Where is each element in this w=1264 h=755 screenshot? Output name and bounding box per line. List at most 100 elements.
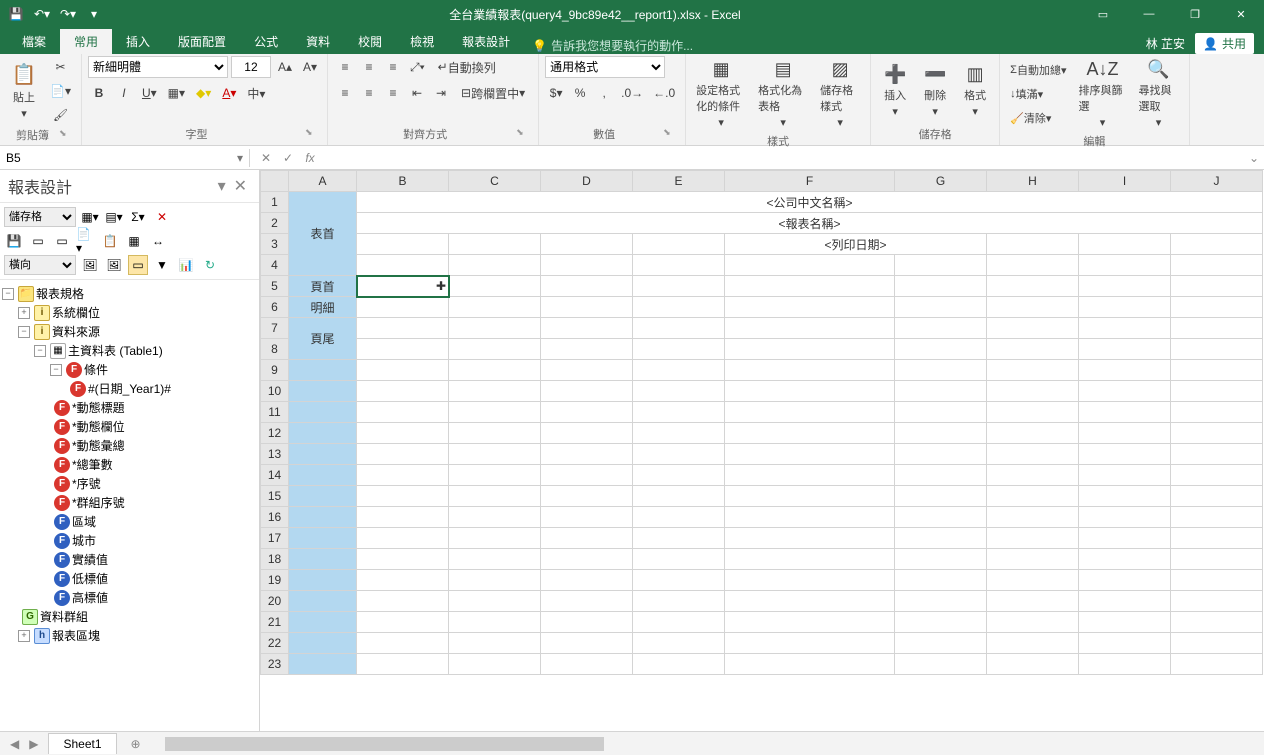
cell-J13[interactable] xyxy=(1171,444,1263,465)
cell-D20[interactable] xyxy=(541,591,633,612)
row-header-15[interactable]: 15 xyxy=(261,486,289,507)
cell-H19[interactable] xyxy=(987,570,1079,591)
cell-G19[interactable] xyxy=(895,570,987,591)
formula-input[interactable] xyxy=(326,149,1244,167)
cell-C13[interactable] xyxy=(449,444,541,465)
cell-H21[interactable] xyxy=(987,612,1079,633)
cell-E14[interactable] xyxy=(633,465,725,486)
font-size-input[interactable] xyxy=(231,56,271,78)
tree-actual[interactable]: F實績值 xyxy=(2,550,257,569)
cell-D22[interactable] xyxy=(541,633,633,654)
cell-I23[interactable] xyxy=(1079,654,1171,675)
cell-J9[interactable] xyxy=(1171,360,1263,381)
tree-seq[interactable]: F*序號 xyxy=(2,474,257,493)
name-box-dropdown[interactable]: ▾ xyxy=(231,151,249,165)
row-header-21[interactable]: 21 xyxy=(261,612,289,633)
tool-img-1[interactable]: 🖼 xyxy=(80,255,100,275)
cell-C4[interactable] xyxy=(449,255,541,276)
cell-H17[interactable] xyxy=(987,528,1079,549)
close-icon[interactable]: ✕ xyxy=(1218,0,1264,28)
col-header-H[interactable]: H xyxy=(987,171,1079,192)
cell-I10[interactable] xyxy=(1079,381,1171,402)
format-painter-button[interactable]: 🖌 xyxy=(46,104,75,126)
cell-I18[interactable] xyxy=(1079,549,1171,570)
cell-I12[interactable] xyxy=(1079,423,1171,444)
row-header-8[interactable]: 8 xyxy=(261,339,289,360)
cell-I14[interactable] xyxy=(1079,465,1171,486)
tree-data-group[interactable]: G資料群組 xyxy=(2,607,257,626)
sheet-nav-prev[interactable]: ◀ xyxy=(6,737,23,751)
cell-J20[interactable] xyxy=(1171,591,1263,612)
cell-H6[interactable] xyxy=(987,297,1079,318)
cell-D8[interactable] xyxy=(541,339,633,360)
cell-E15[interactable] xyxy=(633,486,725,507)
cell-D21[interactable] xyxy=(541,612,633,633)
merge-center-button[interactable]: ⊟ 跨欄置中 ▾ xyxy=(454,82,532,104)
cell-F3[interactable]: <列印日期> xyxy=(725,234,987,255)
tool-btn-1[interactable]: ▦▾ xyxy=(80,207,100,227)
cell-C20[interactable] xyxy=(449,591,541,612)
cell-C22[interactable] xyxy=(449,633,541,654)
cell-B23[interactable] xyxy=(357,654,449,675)
cell-E23[interactable] xyxy=(633,654,725,675)
align-left-button[interactable]: ≡ xyxy=(334,82,356,104)
tool-refresh-button[interactable]: ↻ xyxy=(200,255,220,275)
cell-C17[interactable] xyxy=(449,528,541,549)
cell-F13[interactable] xyxy=(725,444,895,465)
row-header-17[interactable]: 17 xyxy=(261,528,289,549)
underline-button[interactable]: U▾ xyxy=(138,82,161,104)
cell-I8[interactable] xyxy=(1079,339,1171,360)
cell-H3[interactable] xyxy=(987,234,1079,255)
cell-E20[interactable] xyxy=(633,591,725,612)
cell-mode-select[interactable]: 儲存格 xyxy=(4,207,76,227)
cell-I9[interactable] xyxy=(1079,360,1171,381)
cell-A18[interactable] xyxy=(289,549,357,570)
sheet-nav-next[interactable]: ▶ xyxy=(25,737,42,751)
tool-btn-3[interactable]: Σ▾ xyxy=(128,207,148,227)
cell-I5[interactable] xyxy=(1079,276,1171,297)
cell-H4[interactable] xyxy=(987,255,1079,276)
col-header-F[interactable]: F xyxy=(725,171,895,192)
cell-B6[interactable] xyxy=(357,297,449,318)
bold-button[interactable]: B xyxy=(88,82,110,104)
pane-close-icon[interactable]: ✕ xyxy=(230,176,251,196)
cell-A11[interactable] xyxy=(289,402,357,423)
cell-B7[interactable] xyxy=(357,318,449,339)
row-header-6[interactable]: 6 xyxy=(261,297,289,318)
cell-styles-button[interactable]: ▨儲存格樣式▾ xyxy=(816,56,864,132)
tool-grid-button[interactable]: ▦ xyxy=(124,231,144,251)
cell-B3[interactable] xyxy=(357,234,449,255)
cell-J23[interactable] xyxy=(1171,654,1263,675)
tree-condition[interactable]: −F條件 xyxy=(2,360,257,379)
insert-function-button[interactable]: fx xyxy=(300,151,320,165)
pane-dropdown[interactable]: ▾ xyxy=(214,176,230,196)
cell-F18[interactable] xyxy=(725,549,895,570)
cell-D4[interactable] xyxy=(541,255,633,276)
align-middle-button[interactable]: ≡ xyxy=(358,56,380,78)
tab-home[interactable]: 常用 xyxy=(60,29,112,54)
align-top-button[interactable]: ≡ xyxy=(334,56,356,78)
tool-view-1[interactable]: ▭ xyxy=(28,231,48,251)
cell-G12[interactable] xyxy=(895,423,987,444)
cell-H18[interactable] xyxy=(987,549,1079,570)
row-header-22[interactable]: 22 xyxy=(261,633,289,654)
name-box-input[interactable] xyxy=(0,149,231,167)
cell-B22[interactable] xyxy=(357,633,449,654)
cell-C15[interactable] xyxy=(449,486,541,507)
cell-I21[interactable] xyxy=(1079,612,1171,633)
tree-sys-columns[interactable]: +i系統欄位 xyxy=(2,303,257,322)
cell-A13[interactable] xyxy=(289,444,357,465)
cell-H15[interactable] xyxy=(987,486,1079,507)
cell-I19[interactable] xyxy=(1079,570,1171,591)
cell-E21[interactable] xyxy=(633,612,725,633)
decrease-font-button[interactable]: A▾ xyxy=(299,56,321,78)
cell-B13[interactable] xyxy=(357,444,449,465)
row-header-4[interactable]: 4 xyxy=(261,255,289,276)
cell-D13[interactable] xyxy=(541,444,633,465)
cell-I20[interactable] xyxy=(1079,591,1171,612)
cell-G7[interactable] xyxy=(895,318,987,339)
cell-F15[interactable] xyxy=(725,486,895,507)
cell-C6[interactable] xyxy=(449,297,541,318)
cell-I22[interactable] xyxy=(1079,633,1171,654)
cell-A14[interactable] xyxy=(289,465,357,486)
